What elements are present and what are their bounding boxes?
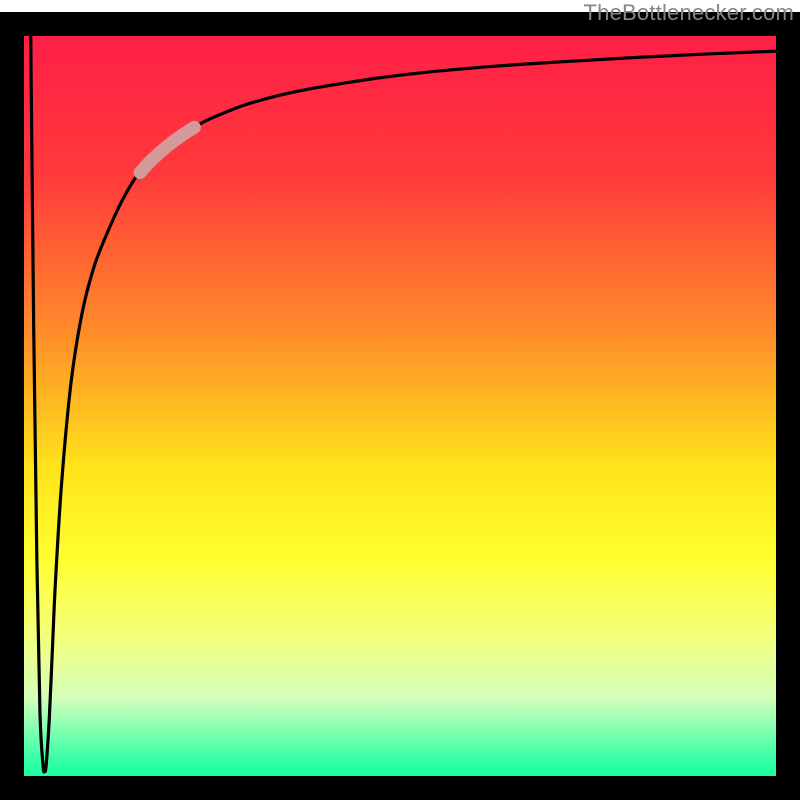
bottleneck-chart <box>0 0 800 800</box>
attribution-text: TheBottlenecker.com <box>584 0 794 26</box>
chart-container: TheBottlenecker.com <box>0 0 800 800</box>
plot-background <box>12 24 788 788</box>
